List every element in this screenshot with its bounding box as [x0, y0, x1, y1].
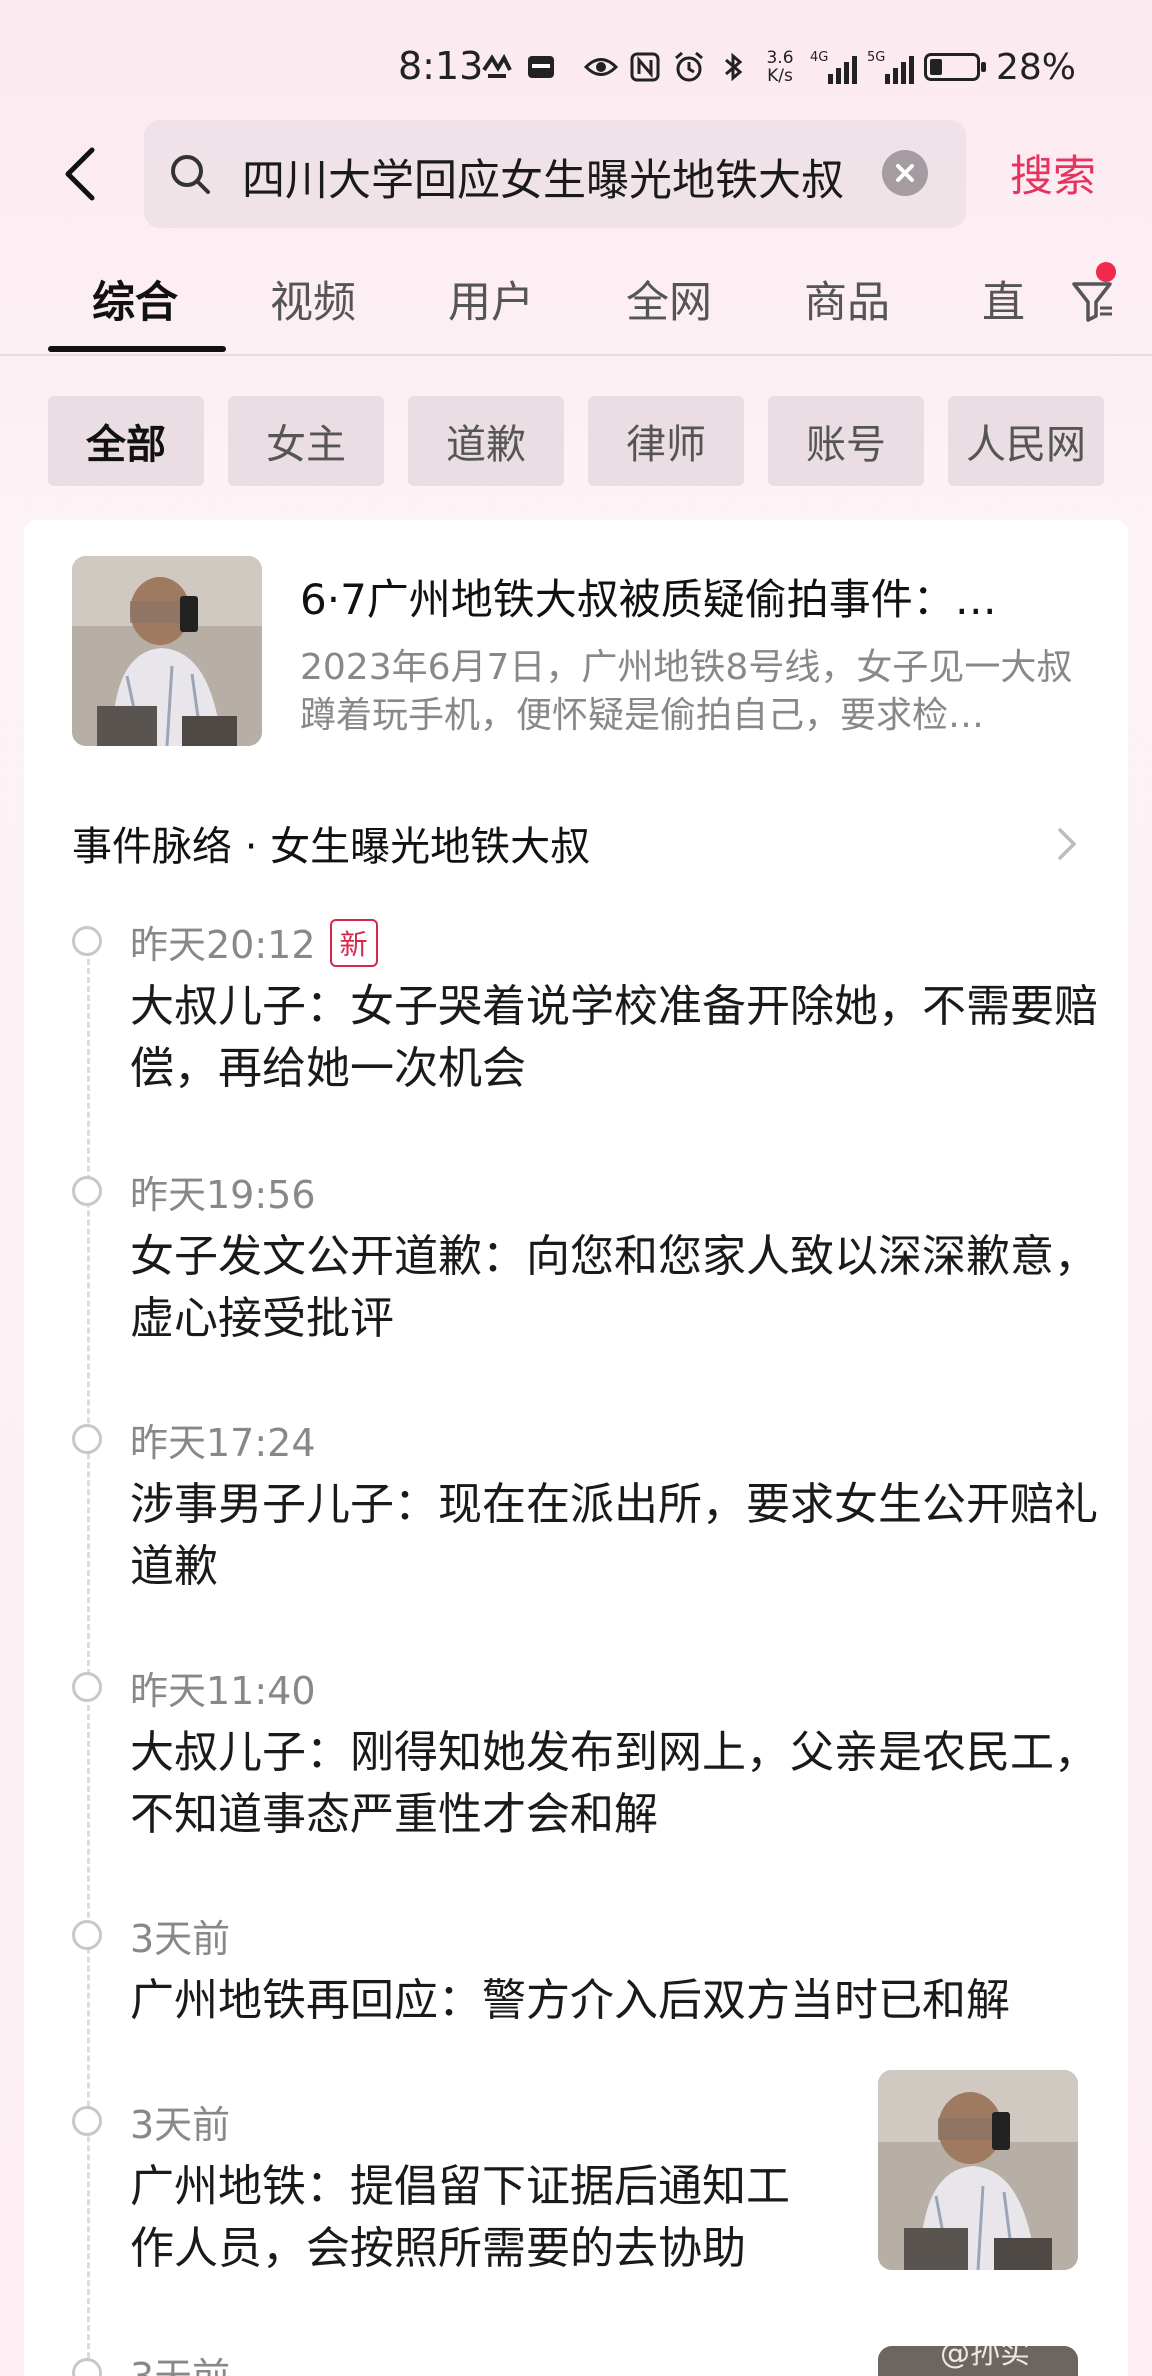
chip-female-lead[interactable]: 女主 — [228, 396, 384, 486]
timeline-thumbnail-image[interactable] — [878, 2070, 1078, 2270]
battery-percent: 28% — [996, 46, 1077, 88]
timeline-text: 广州地铁再回应：警方介入后双方当时已和解 — [130, 1975, 1010, 2026]
tab-user[interactable]: 用户 — [448, 268, 534, 330]
battery-icon — [924, 53, 986, 81]
result-tabs: 综合 视频 用户 全网 商品 直 — [0, 262, 1152, 352]
timeline-text: 大叔儿子：刚得知她发布到网上，父亲是农民工，不知道事态严重性才会和解 — [130, 1727, 1098, 1840]
back-arrow-icon — [65, 147, 95, 201]
search-input[interactable]: 四川大学回应女生曝光地铁大叔 — [144, 120, 966, 228]
watermark: @孙实 — [940, 2336, 1030, 2371]
status-bar: 8:13 3.6 K/s 4G 5G 28% — [0, 0, 1152, 130]
chip-apology[interactable]: 道歉 — [408, 396, 564, 486]
search-query[interactable]: 四川大学回应女生曝光地铁大叔 — [242, 146, 872, 208]
timeline-text: 女子发文公开道歉：向您和您家人致以深深歉意，虚心接受批评 — [130, 1231, 1098, 1344]
tab-video[interactable]: 视频 — [270, 268, 356, 330]
tab-web[interactable]: 全网 — [626, 268, 712, 330]
back-button[interactable] — [56, 144, 104, 204]
event-summary-title[interactable]: 6·7广州地铁大叔被质疑偷拍事件：… — [300, 566, 1080, 627]
status-icons: 3.6 K/s 4G 5G 28% — [480, 44, 1076, 90]
timeline-dot — [72, 1176, 102, 1206]
chip-peoples-daily[interactable]: 人民网 — [948, 396, 1104, 486]
timeline-dot — [72, 926, 102, 956]
timeline-dot — [72, 2106, 102, 2136]
app-badge-icon — [524, 50, 558, 84]
timeline-time: 昨天17:24 — [130, 1421, 316, 1465]
timeline-time: 昨天11:40 — [130, 1669, 316, 1713]
timeline-header[interactable]: 事件脉络 · 女生曝光地铁大叔 — [72, 814, 590, 872]
tab-goods[interactable]: 商品 — [804, 268, 890, 330]
nfc-icon — [628, 50, 662, 84]
timeline-time: 昨天20:12 新 — [130, 914, 378, 969]
new-badge: 新 — [329, 919, 378, 967]
chevron-right-icon[interactable] — [1052, 824, 1082, 864]
timeline-connector — [87, 950, 90, 2376]
filter-icon[interactable] — [1068, 276, 1116, 324]
status-time: 8:13 — [398, 44, 484, 88]
chip-account[interactable]: 账号 — [768, 396, 924, 486]
tab-comprehensive[interactable]: 综合 — [92, 268, 178, 330]
tab-live[interactable]: 直 — [982, 268, 1025, 330]
timeline-time: 3天前 — [130, 2103, 231, 2147]
tabs-divider — [0, 354, 1152, 356]
timeline-dot — [72, 1920, 102, 1950]
filter-chips: 全部 女主 道歉 律师 账号 人民网 — [48, 396, 1152, 486]
search-button[interactable]: 搜索 — [1010, 142, 1096, 204]
eye-icon — [583, 50, 619, 84]
timeline-text: 大叔儿子：女子哭着说学校准备开除她，不需要赔偿，再给她一次机会 — [130, 981, 1098, 1094]
search-icon — [171, 155, 210, 194]
timeline-time: 3天前 — [130, 2346, 230, 2376]
timeline-time: 3天前 — [130, 1917, 231, 1961]
network-speed: 3.6 K/s — [766, 48, 794, 86]
chip-all[interactable]: 全部 — [48, 396, 204, 486]
timeline-text: 广州地铁：提倡留下证据后通知工作人员，会按照所需要的去协助 — [130, 2161, 790, 2274]
notification-icon — [480, 50, 514, 84]
timeline-text: 涉事男子儿子：现在在派出所，要求女生公开赔礼道歉 — [130, 1479, 1098, 1592]
event-thumbnail-image[interactable] — [72, 556, 262, 746]
bluetooth-icon — [716, 50, 750, 84]
active-tab-indicator — [48, 346, 226, 352]
cellular-signal-2-icon: 5G — [867, 50, 914, 84]
timeline-dot — [72, 1424, 102, 1454]
event-summary-description: 2023年6月7日，广州地铁8号线，女子见一大叔蹲着玩手机，便怀疑是偷拍自己，要… — [300, 647, 1073, 736]
timeline-time: 昨天19:56 — [130, 1173, 316, 1217]
timeline-dot — [72, 2358, 102, 2376]
event-card: 6·7广州地铁大叔被质疑偷拍事件：… 2023年6月7日，广州地铁8号线，女子见… — [24, 520, 1128, 2376]
filter-notification-dot — [1096, 262, 1116, 282]
clear-icon[interactable] — [882, 150, 928, 196]
timeline-dot — [72, 1672, 102, 1702]
cellular-signal-1-icon: 4G — [810, 50, 857, 84]
chip-lawyer[interactable]: 律师 — [588, 396, 744, 486]
alarm-icon — [672, 50, 706, 84]
